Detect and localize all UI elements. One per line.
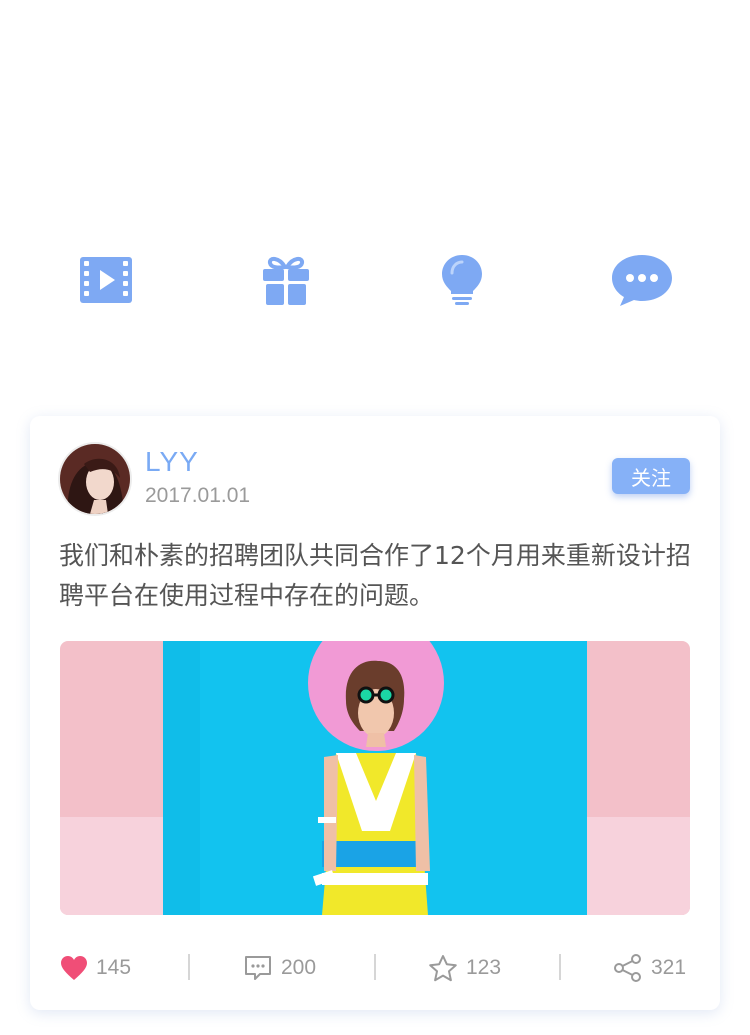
chat-bubble-icon[interactable] [607, 248, 677, 312]
follow-button[interactable]: 关注 [612, 458, 690, 494]
avatar[interactable] [60, 444, 130, 514]
star-icon [429, 955, 457, 982]
divider [374, 954, 376, 980]
favorite-count: 123 [466, 956, 502, 979]
comment-icon [245, 956, 271, 980]
divider [559, 954, 561, 980]
comment-button[interactable]: 200 [243, 952, 316, 984]
quick-icon-row [0, 248, 750, 312]
user-name[interactable]: LYY [145, 446, 199, 478]
like-button[interactable]: 145 [60, 952, 131, 984]
post-date: 2017.01.01 [145, 484, 251, 507]
divider [188, 954, 190, 980]
comment-count: 200 [281, 956, 317, 979]
share-icon [614, 954, 641, 982]
post-card: LYY 2017.01.01 关注 我们和朴素的招聘团队共同合作了12个月用来重… [30, 416, 720, 1010]
like-count: 145 [96, 956, 132, 979]
post-image[interactable] [60, 641, 690, 915]
heart-icon [61, 956, 87, 980]
share-count: 321 [651, 956, 687, 979]
lightbulb-icon[interactable] [427, 248, 497, 312]
video-icon[interactable] [71, 248, 141, 312]
gift-icon[interactable] [251, 248, 321, 312]
share-button[interactable]: 321 [613, 952, 686, 984]
action-bar: 145 200 123 321 [30, 946, 720, 992]
favorite-button[interactable]: 123 [428, 952, 501, 984]
post-text: 我们和朴素的招聘团队共同合作了12个月用来重新设计招聘平台在使用过程中存在的问题… [59, 541, 691, 610]
